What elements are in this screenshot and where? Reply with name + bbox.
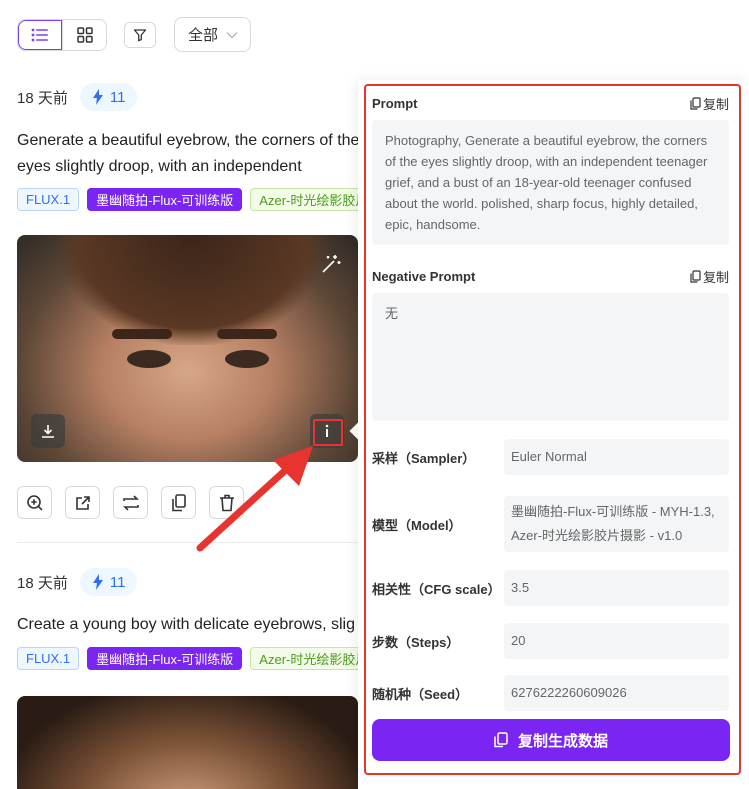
cfg-label: 相关性（CFG scale） [372, 581, 501, 597]
prompt-text: Generate a beautiful eyebrow, the corner… [17, 132, 360, 175]
lightning-icon [92, 89, 103, 105]
copy-icon [494, 732, 508, 748]
generation-info-popover: Prompt 复制 Photography, Generate a beauti… [358, 80, 749, 789]
swap-icon [122, 494, 139, 511]
copy-icon [690, 269, 701, 283]
image-detail [217, 329, 277, 339]
toolbar: 全部 [17, 17, 251, 52]
time-ago: 18 天前 [17, 89, 68, 107]
grid-view-button[interactable] [62, 19, 106, 50]
prompt-label: Prompt [372, 95, 418, 111]
magic-wand-button[interactable] [316, 249, 346, 279]
card-meta: 18 天前 11 [17, 565, 362, 599]
download-button[interactable] [31, 414, 65, 448]
prompt-textbox: Photography, Generate a beautiful eyebro… [372, 120, 729, 245]
seed-label: 随机种（Seed） [372, 686, 469, 702]
category-select[interactable]: 全部 [174, 17, 251, 52]
cfg-row: 相关性（CFG scale） 3.5 [372, 570, 729, 606]
cta-label: 复制生成数据 [517, 732, 608, 750]
copy-label: 复制 [702, 269, 729, 285]
steps-label: 步数（Steps） [372, 634, 460, 650]
generation-info-panel: Prompt 复制 Photography, Generate a beauti… [364, 84, 741, 775]
tag-lora[interactable]: 墨幽随拍-Flux-可训练版 [87, 647, 243, 670]
seed-row: 随机种（Seed） 6276222260609026 [372, 675, 729, 711]
negative-prompt-label: Negative Prompt [372, 268, 476, 284]
generated-image[interactable] [17, 235, 358, 462]
time-ago: 18 天前 [17, 574, 68, 592]
copy-prompt-button[interactable]: 复制 [690, 94, 729, 113]
card-meta: 18 天前 11 [17, 80, 362, 114]
sampler-row: 采样（Sampler） Euler Normal [372, 439, 729, 475]
copy-negative-button[interactable]: 复制 [690, 267, 729, 286]
image-detail [225, 350, 269, 368]
copy-generation-data-button[interactable]: 复制生成数据 [372, 719, 730, 761]
zoom-button[interactable] [17, 486, 52, 519]
tag-lora[interactable]: Azer-时光绘影胶片摄影 [250, 188, 362, 211]
image-detail [112, 329, 172, 339]
negative-prompt-textbox: 无 [372, 293, 729, 421]
credit-count: 11 [109, 573, 126, 591]
sampler-value: Euler Normal [504, 439, 729, 475]
filter-button[interactable] [124, 21, 156, 48]
model-label: 模型（Model） [372, 517, 462, 533]
seed-value: 6276222260609026 [504, 675, 729, 711]
zoom-in-icon [26, 494, 43, 511]
steps-row: 步数（Steps） 20 [372, 623, 729, 659]
lightning-icon [92, 574, 103, 590]
copy-icon [690, 96, 701, 110]
model-row: 模型（Model） 墨幽随拍-Flux-可训练版 - MYH-1.3, Azer… [372, 496, 729, 552]
annotation-arrow [196, 446, 313, 552]
share-button[interactable] [65, 486, 100, 519]
generation-card: 18 天前 11 Create a young boy with delicat… [17, 565, 362, 670]
copy-label: 复制 [702, 96, 729, 112]
model-value: 墨幽随拍-Flux-可训练版 - MYH-1.3, Azer-时光绘影胶片摄影 … [504, 496, 729, 552]
copy-icon [171, 493, 186, 511]
prompt-text: Create a young boy with delicate eyebrow… [17, 616, 355, 633]
list-icon [31, 28, 48, 41]
prompt-section-header: Prompt 复制 [372, 94, 729, 112]
tag-list: FLUX.1 墨幽随拍-Flux-可训练版 Azer-时光绘影胶片摄影 [17, 647, 362, 670]
tag-base-model[interactable]: FLUX.1 [17, 188, 80, 211]
copy-button[interactable] [161, 486, 196, 519]
chevron-down-icon [226, 31, 238, 38]
credit-count: 11 [109, 88, 126, 106]
external-link-icon [75, 495, 90, 510]
steps-value: 20 [504, 623, 729, 659]
image-hair [57, 235, 327, 345]
list-view-button[interactable] [18, 19, 62, 50]
sampler-label: 采样（Sampler） [372, 450, 476, 466]
credit-badge: 11 [79, 568, 138, 596]
remix-button[interactable] [113, 486, 148, 519]
tag-base-model[interactable]: FLUX.1 [17, 647, 80, 670]
view-toggle [17, 18, 107, 51]
tag-list: FLUX.1 墨幽随拍-Flux-可训练版 Azer-时光绘影胶片摄影 [17, 188, 362, 211]
credit-badge: 11 [79, 83, 138, 111]
category-select-value: 全部 [188, 27, 219, 44]
download-icon [42, 425, 54, 438]
grid-icon [76, 26, 93, 43]
magic-wand-icon [322, 255, 341, 273]
tag-lora[interactable]: 墨幽随拍-Flux-可训练版 [87, 188, 243, 211]
funnel-icon [133, 28, 147, 41]
tag-lora[interactable]: Azer-时光绘影胶片摄影 [250, 647, 362, 670]
negative-prompt-section-header: Negative Prompt 复制 [372, 267, 729, 285]
cfg-value: 3.5 [504, 570, 729, 606]
generated-image[interactable] [17, 696, 358, 789]
image-detail [127, 350, 171, 368]
